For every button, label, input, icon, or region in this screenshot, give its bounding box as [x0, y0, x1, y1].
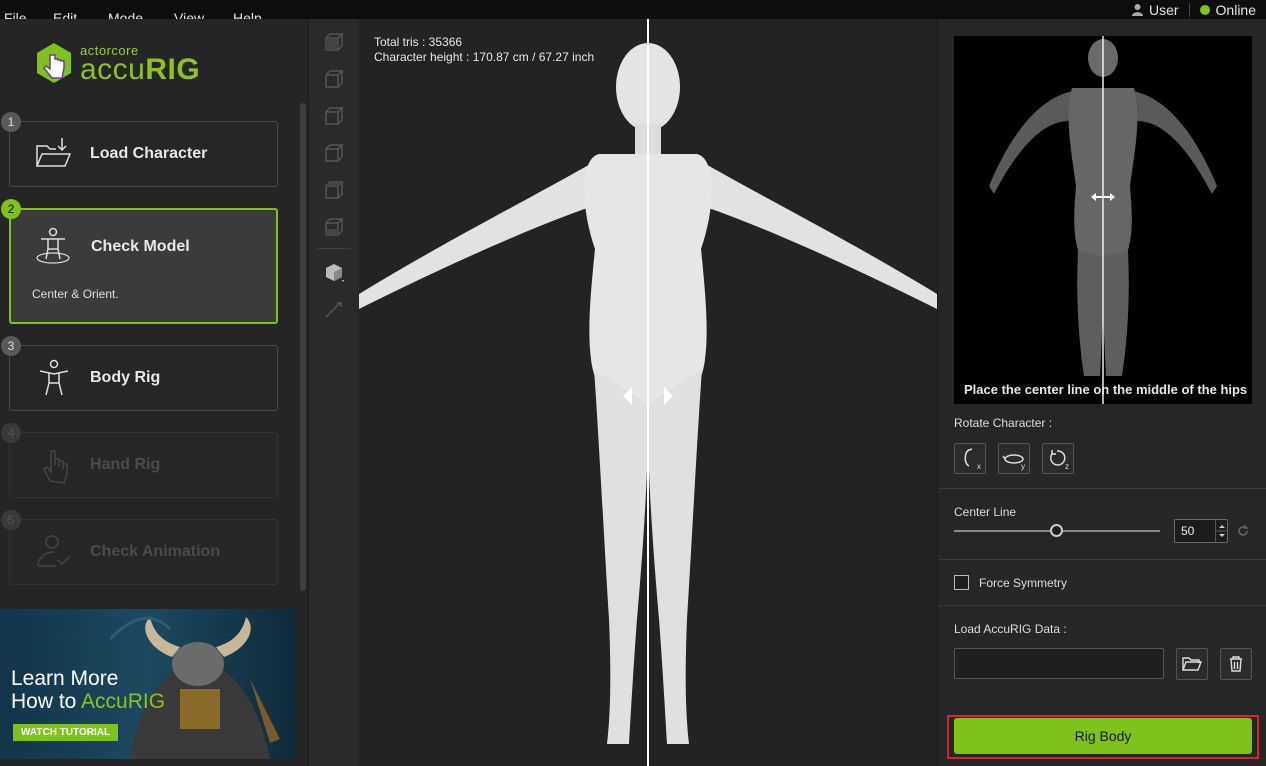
- preview-caption: Place the center line on the middle of t…: [964, 382, 1248, 397]
- rotate-y-button[interactable]: y: [998, 443, 1030, 474]
- rotate-axis-label: y: [1021, 462, 1025, 471]
- rotate-z-button[interactable]: z: [1042, 443, 1074, 474]
- rig-body-button[interactable]: Rig Body: [954, 718, 1252, 754]
- rotate-x-button[interactable]: x: [954, 443, 986, 474]
- step-label: Body Rig: [90, 369, 161, 386]
- shaded-cube-icon[interactable]: [323, 261, 345, 283]
- step-load-character[interactable]: 1 Load Character: [1, 112, 278, 187]
- center-line-label: Center Line: [954, 505, 1017, 519]
- center-line-value: 50: [1181, 524, 1195, 538]
- bone-tool-icon[interactable]: [323, 298, 345, 320]
- step-number: 3: [1, 336, 21, 356]
- spin-up-down-icon: [1216, 525, 1228, 537]
- force-symmetry-checkbox[interactable]: [954, 575, 969, 590]
- view-back-icon[interactable]: [323, 68, 345, 90]
- section-divider: [938, 559, 1266, 560]
- step-number: 5: [1, 510, 21, 530]
- left-panel: actorcore accuRIG 1 Load Character 2 Che…: [0, 19, 308, 766]
- body-rig-icon: [39, 359, 69, 396]
- watch-tutorial-button[interactable]: WATCH TUTORIAL: [13, 724, 119, 741]
- step-check-model[interactable]: 2 Check Model Center & Orient.: [1, 199, 278, 324]
- left-panel-scrollbar[interactable]: [300, 103, 306, 591]
- open-folder-button[interactable]: [1176, 648, 1208, 680]
- user-icon: [1131, 4, 1143, 16]
- spin-arrows[interactable]: [1215, 520, 1228, 542]
- check-model-icon: [36, 227, 70, 264]
- center-line-guide[interactable]: [647, 19, 649, 766]
- view-bottom-icon[interactable]: [323, 216, 345, 238]
- section-divider: [938, 605, 1266, 606]
- accurig-logo: actorcore accuRIG: [34, 41, 234, 91]
- center-line-value-input[interactable]: 50: [1174, 519, 1228, 543]
- step-check-animation: 5 Check Animation: [1, 510, 278, 585]
- step-label: Check Model: [91, 238, 190, 255]
- reset-icon[interactable]: [1236, 524, 1250, 538]
- accurig-data-path-input[interactable]: [954, 648, 1164, 679]
- rotate-axis-label: z: [1065, 462, 1069, 471]
- step-label: Check Animation: [90, 543, 221, 560]
- force-symmetry-label: Force Symmetry: [979, 576, 1068, 590]
- center-line-preview: Place the center line on the middle of t…: [954, 36, 1252, 404]
- center-line-slider-thumb[interactable]: [1050, 524, 1063, 537]
- load-data-label: Load AccuRIG Data :: [954, 622, 1067, 636]
- tools-divider: [317, 248, 351, 249]
- menu-separator: [1188, 2, 1190, 17]
- step-label: Load Character: [90, 145, 208, 162]
- right-panel: Place the center line on the middle of t…: [937, 19, 1266, 766]
- hand-icon: [43, 450, 68, 484]
- promo-title: Learn More How to AccuRIG: [11, 667, 166, 713]
- trash-icon: [1230, 656, 1242, 672]
- user-label[interactable]: User: [1149, 2, 1179, 18]
- logo-big-text: accuRIG: [80, 53, 201, 86]
- folder-open-icon: [1181, 657, 1203, 671]
- view-right-icon[interactable]: [323, 142, 345, 164]
- menu-bar: File Edit Mode View Help User Online: [0, 0, 1266, 26]
- learn-more-banner[interactable]: Learn More How to AccuRIG WATCH TUTORIAL: [0, 609, 296, 759]
- step-label: Hand Rig: [90, 456, 161, 473]
- delete-data-button[interactable]: [1220, 648, 1252, 680]
- male-reference-model: [989, 36, 1217, 404]
- step-number: 1: [1, 112, 21, 132]
- online-status-label: Online: [1215, 1, 1256, 18]
- section-divider: [938, 488, 1266, 489]
- step-hand-rig: 4 Hand Rig: [1, 423, 278, 498]
- view-left-icon[interactable]: [323, 105, 345, 127]
- rotate-axis-label: x: [977, 462, 981, 471]
- view-tools-strip: [308, 19, 359, 766]
- step-number: 2: [1, 199, 21, 219]
- logo-hand-icon: [37, 43, 71, 83]
- online-status-dot: [1199, 4, 1210, 15]
- 3d-viewport[interactable]: Total tris : 35366 Character height : 17…: [359, 19, 937, 766]
- rotate-character-label: Rotate Character :: [954, 416, 1053, 430]
- view-front-icon[interactable]: [323, 31, 345, 53]
- step-number: 4: [1, 423, 21, 443]
- view-top-icon[interactable]: [323, 179, 345, 201]
- step-body-rig[interactable]: 3 Body Rig: [1, 336, 278, 411]
- check-animation-icon: [37, 535, 71, 567]
- folder-load-icon: [35, 138, 72, 167]
- step-sublabel: Center & Orient.: [32, 287, 119, 301]
